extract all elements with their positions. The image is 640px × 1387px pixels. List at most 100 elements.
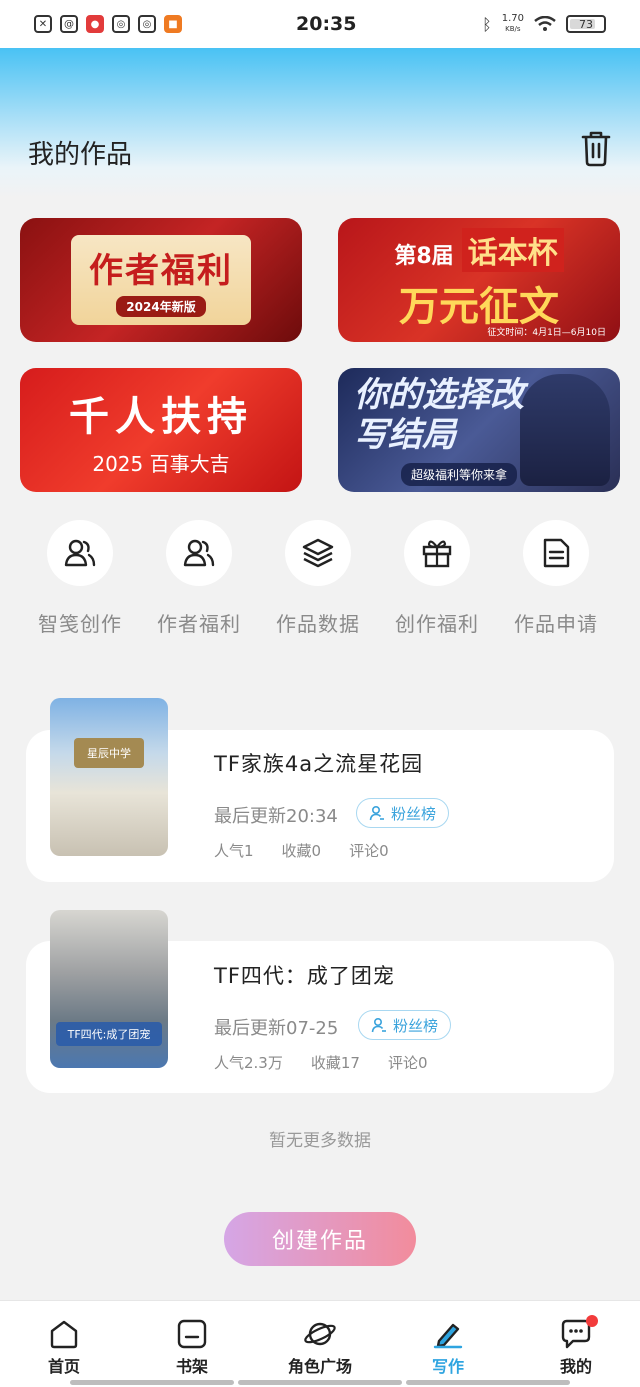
- gesture-bar-segment: [406, 1380, 570, 1385]
- nav-label: 我的: [559, 1357, 592, 1376]
- banner-edition: 第8届: [394, 244, 454, 269]
- quick-action-creation-welfare[interactable]: 创作福利: [377, 520, 497, 637]
- cover-caption: 星辰中学: [74, 738, 144, 768]
- fans-rank-label: 粉丝榜: [393, 1016, 439, 1035]
- quick-action-author-welfare[interactable]: 作者福利: [139, 520, 259, 637]
- quick-action-circle: [47, 520, 113, 586]
- banner-huaben-cup[interactable]: 第8届 话本杯 万元征文 征文时间：4月1日—6月10日: [338, 218, 620, 342]
- nav-home[interactable]: 首页: [4, 1319, 124, 1377]
- battery-level: 73: [579, 17, 593, 31]
- trash-icon: [581, 131, 611, 167]
- work-updated: 最后更新20:34: [214, 806, 338, 827]
- bluetooth-icon: ᛒ: [482, 14, 492, 34]
- favorites-count: 收藏17: [310, 1054, 360, 1072]
- banner-title: 千人扶持: [69, 393, 253, 440]
- nav-writing[interactable]: 写作: [388, 1319, 508, 1377]
- page-title: 我的作品: [28, 140, 133, 170]
- nav-label: 首页: [47, 1357, 80, 1376]
- banner-scroll: 作者福利 2024年新版: [71, 235, 251, 325]
- gesture-bar-segment: [238, 1380, 402, 1385]
- nav-character-plaza[interactable]: 角色广场: [260, 1319, 380, 1377]
- weibo-icon: ◎: [138, 15, 156, 33]
- user-icon: [371, 1017, 386, 1033]
- net-speed-unit: KB/s: [505, 25, 521, 33]
- quick-action-circle: [523, 520, 589, 586]
- quick-action-zhijian-create[interactable]: 智笺创作: [20, 520, 140, 637]
- trash-button[interactable]: [578, 128, 614, 168]
- file-icon: ✕: [34, 15, 52, 33]
- work-updated: 最后更新07-25: [214, 1018, 339, 1039]
- layers-icon: [302, 538, 334, 568]
- banner-edition-row: 第8届 话本杯: [394, 228, 564, 272]
- quick-action-label: 创作福利: [395, 612, 479, 636]
- status-time: 20:35: [296, 13, 357, 35]
- quick-action-label: 作品数据: [276, 612, 360, 636]
- popularity-count: 人气1: [214, 842, 254, 860]
- quick-action-label: 作品申请: [514, 612, 598, 636]
- notification-badge: [586, 1315, 598, 1327]
- battery-icon: 73: [566, 15, 606, 33]
- work-cover[interactable]: 星辰中学: [50, 698, 168, 856]
- banner-title: 万元征文: [399, 284, 559, 330]
- bottom-nav: 首页 书架 角色广场 写作 我的: [0, 1300, 640, 1387]
- nav-label: 写作: [431, 1357, 464, 1376]
- pen-icon: [433, 1323, 463, 1349]
- bookshelf-icon: [177, 1319, 207, 1349]
- quick-action-circle: [404, 520, 470, 586]
- quick-action-work-apply[interactable]: 作品申请: [496, 520, 616, 637]
- comments-count: 评论0: [349, 842, 389, 860]
- work-cover[interactable]: TF四代:成了团宠: [50, 910, 168, 1068]
- gift-icon: [422, 540, 452, 568]
- gesture-bar: [70, 1380, 570, 1385]
- document-icon: [543, 538, 570, 568]
- banner-your-choice[interactable]: 你的选择改写结局 超级福利等你来拿: [338, 368, 620, 492]
- banner-title: 作者福利: [89, 251, 233, 291]
- work-title[interactable]: TF四代：成了团宠: [214, 960, 395, 990]
- fans-rank-button[interactable]: 粉丝榜: [356, 798, 450, 828]
- weibo-icon: ◎: [112, 15, 130, 33]
- fans-rank-label: 粉丝榜: [391, 804, 437, 823]
- fans-rank-button[interactable]: 粉丝榜: [358, 1010, 452, 1040]
- comments-count: 评论0: [387, 1054, 428, 1072]
- net-speed-value: 1.70: [501, 13, 524, 24]
- net-speed: 1.70 KB/s: [502, 14, 524, 34]
- banner-subtitle: 超级福利等你来拿: [400, 462, 517, 486]
- nav-bookshelf[interactable]: 书架: [132, 1319, 252, 1377]
- quick-action-label: 智笺创作: [38, 612, 122, 636]
- wifi-icon: [534, 16, 556, 31]
- planet-icon: [304, 1322, 336, 1346]
- banner-period: 征文时间：4月1日—6月10日: [487, 328, 606, 338]
- favorites-count: 收藏0: [281, 842, 322, 860]
- home-icon: [50, 1320, 78, 1349]
- nav-label: 角色广场: [287, 1357, 352, 1376]
- nav-label: 书架: [175, 1357, 208, 1376]
- notification-icons: ✕ @ ● ◎ ◎ ■: [34, 15, 182, 33]
- app-red-icon: ●: [86, 15, 104, 33]
- banner-subtitle: 2024年新版: [116, 296, 206, 317]
- banner-title: 你的选择改写结局: [354, 374, 524, 455]
- quick-action-label: 作者福利: [157, 612, 241, 636]
- create-work-button[interactable]: 创建作品: [224, 1212, 416, 1266]
- app-orange-icon: ■: [164, 15, 182, 33]
- users-icon: [64, 539, 96, 567]
- banner-thousand-support[interactable]: 千人扶持 2025 百事大吉: [20, 368, 302, 492]
- users-icon: [183, 539, 215, 567]
- banner-subtitle: 2025 百事大吉: [92, 451, 230, 476]
- quick-action-circle: [285, 520, 351, 586]
- work-title[interactable]: TF家族4a之流星花园: [214, 748, 423, 778]
- banner-author-welfare[interactable]: 作者福利 2024年新版: [20, 218, 302, 342]
- work-stats: 人气1 收藏0 评论0: [214, 840, 417, 861]
- gesture-bar-segment: [70, 1380, 234, 1385]
- user-icon: [369, 805, 384, 821]
- status-bar: ✕ @ ● ◎ ◎ ■ 20:35 ᛒ 1.70 KB/s 73: [0, 0, 640, 48]
- nav-mine[interactable]: 我的: [516, 1315, 636, 1377]
- popularity-count: 人气2.3万: [214, 1054, 283, 1072]
- cover-caption: TF四代:成了团宠: [56, 1022, 162, 1046]
- quick-action-work-data[interactable]: 作品数据: [258, 520, 378, 637]
- quick-action-circle: [166, 520, 232, 586]
- work-stats: 人气2.3万 收藏17 评论0: [214, 1052, 456, 1073]
- at-icon: @: [60, 15, 78, 33]
- status-right: ᛒ 1.70 KB/s 73: [482, 14, 606, 34]
- header-background: [0, 48, 640, 198]
- banner-cup: 话本杯: [461, 228, 564, 272]
